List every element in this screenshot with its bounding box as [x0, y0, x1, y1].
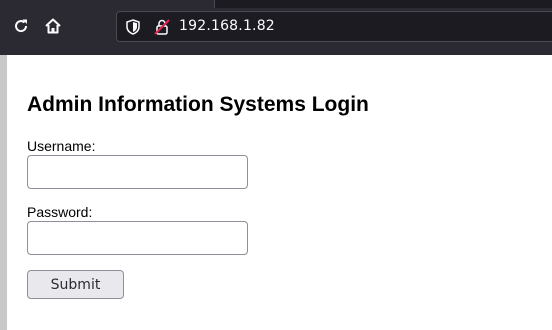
page-title: Admin Information Systems Login: [27, 93, 369, 116]
username-field[interactable]: [27, 155, 248, 189]
insecure-lock-icon[interactable]: [153, 18, 171, 36]
reload-icon: [15, 19, 28, 33]
url-text[interactable]: 192.168.1.82: [179, 18, 275, 34]
username-label: Username:: [27, 138, 96, 154]
tab-strip: [214, 0, 552, 8]
home-button[interactable]: [41, 14, 65, 38]
password-field[interactable]: [27, 221, 248, 255]
url-bar[interactable]: 192.168.1.82: [116, 11, 552, 42]
reload-button[interactable]: [9, 14, 33, 38]
browser-toolbar: 192.168.1.82: [0, 0, 552, 55]
home-icon: [45, 18, 61, 34]
shield-icon[interactable]: [125, 19, 141, 35]
submit-button[interactable]: Submit: [27, 270, 124, 299]
page-left-edge: [0, 55, 7, 330]
password-label: Password:: [27, 204, 93, 220]
